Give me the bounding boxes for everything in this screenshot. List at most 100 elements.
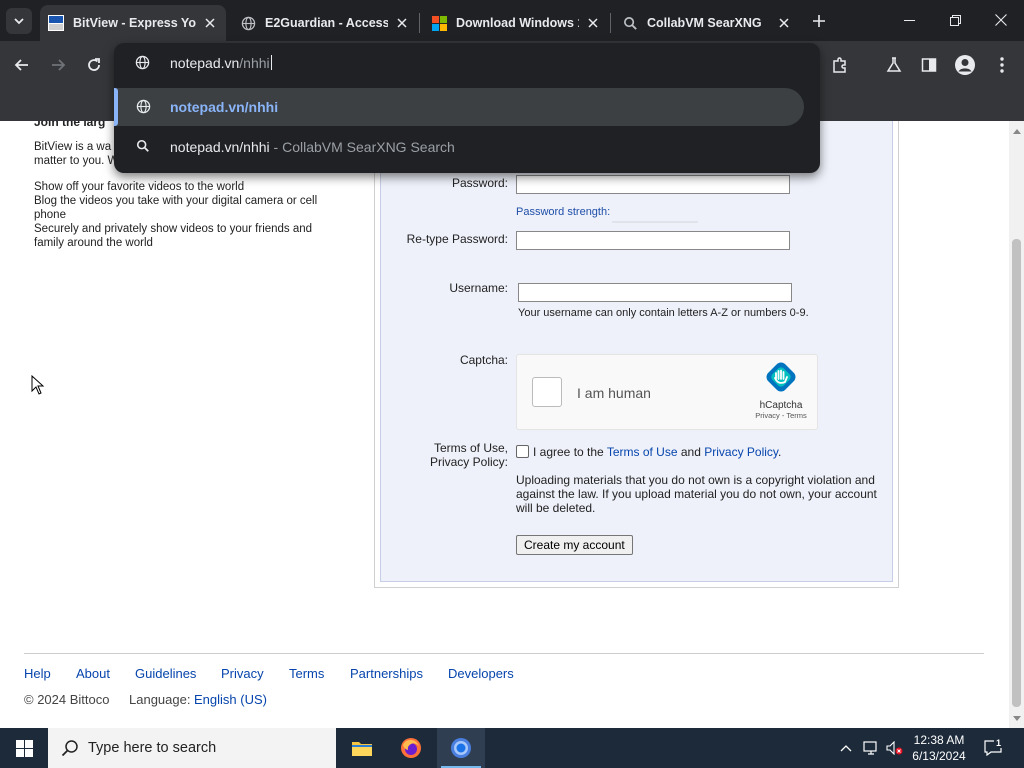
folder-icon bbox=[352, 742, 372, 756]
tab-e2guardian[interactable]: E2Guardian - Access Denied bbox=[232, 5, 418, 41]
taskbar-file-explorer[interactable] bbox=[338, 728, 386, 768]
suggestion-engine: - CollabVM SearXNG Search bbox=[269, 139, 455, 155]
agree-and: and bbox=[677, 445, 705, 459]
taskbar-clock[interactable]: 12:38 AM 6/13/2024 bbox=[900, 732, 978, 764]
hcaptcha-widget: I am human hCaptcha Privacy - Terms bbox=[516, 354, 818, 430]
password-field[interactable] bbox=[516, 175, 790, 194]
copyright-warning: Uploading materials that you do not own … bbox=[516, 473, 877, 515]
footer-link-privacy[interactable]: Privacy bbox=[221, 666, 264, 681]
username-field[interactable] bbox=[518, 283, 792, 302]
search-icon bbox=[61, 740, 78, 757]
intro-heading: Join the larg bbox=[34, 121, 106, 129]
side-panel-button[interactable] bbox=[915, 51, 943, 79]
scroll-down-icon[interactable] bbox=[1012, 714, 1021, 723]
suggestion-url: notepad.vn/nhhi bbox=[170, 99, 279, 115]
feature-item: Blog the videos you take with your digit… bbox=[34, 195, 318, 221]
terms-label-line: Terms of Use, bbox=[433, 441, 508, 455]
captcha-checkbox[interactable] bbox=[532, 377, 562, 407]
omnibox-dropdown: notepad.vn/nhhi notepad.vn/nhhi notepad.… bbox=[114, 43, 820, 173]
footer-link-guidelines[interactable]: Guidelines bbox=[135, 666, 196, 681]
terms-of-use-link[interactable]: Terms of Use bbox=[607, 445, 678, 459]
clock-date: 6/13/2024 bbox=[912, 749, 966, 763]
tab-bitview[interactable]: BitView - Express Yourself bbox=[40, 5, 226, 41]
footer-divider bbox=[24, 653, 984, 654]
feature-item: Securely and privately show videos to yo… bbox=[34, 223, 313, 249]
close-icon[interactable] bbox=[585, 15, 601, 31]
tab-strip: BitView - Express Yourself E2Guardian - … bbox=[0, 0, 1024, 41]
omnibox-suggestion[interactable]: notepad.vn/nhhi - CollabVM SearXNG Searc… bbox=[114, 128, 804, 166]
terms-label-line: Privacy Policy: bbox=[429, 455, 508, 469]
text-caret bbox=[270, 55, 272, 70]
agree-terms-text: I agree to the Terms of Use and Privacy … bbox=[533, 445, 781, 459]
close-icon[interactable] bbox=[776, 15, 792, 31]
page-scrollbar[interactable] bbox=[1009, 121, 1024, 728]
mouse-cursor-icon bbox=[31, 375, 45, 395]
minimize-icon bbox=[903, 19, 915, 21]
footer-link-terms[interactable]: Terms bbox=[289, 666, 324, 681]
terms-label: Terms of Use, Privacy Policy: bbox=[380, 441, 508, 469]
arrow-left-icon bbox=[14, 59, 28, 71]
minimize-button[interactable] bbox=[886, 0, 932, 40]
back-button[interactable] bbox=[8, 51, 36, 79]
globe-icon bbox=[136, 99, 151, 114]
menu-button[interactable] bbox=[988, 51, 1016, 79]
reload-button[interactable] bbox=[80, 51, 108, 79]
taskbar-firefox[interactable] bbox=[387, 728, 435, 768]
tab-search-button[interactable] bbox=[6, 8, 32, 34]
address-host: notepad.vn bbox=[170, 55, 240, 71]
side-panel-icon bbox=[921, 58, 937, 72]
scroll-thumb[interactable] bbox=[1012, 239, 1021, 707]
tab-title: E2Guardian - Access Denied bbox=[265, 16, 388, 30]
language-selector-link[interactable]: English (US) bbox=[194, 692, 267, 707]
new-tab-button[interactable] bbox=[808, 10, 830, 32]
labs-button[interactable] bbox=[880, 51, 908, 79]
tab-title: CollabVM SearXNG bbox=[647, 16, 762, 30]
privacy-policy-link[interactable]: Privacy Policy bbox=[704, 445, 778, 459]
puzzle-icon bbox=[833, 57, 846, 73]
flask-icon bbox=[886, 57, 902, 72]
captcha-brand-name: hCaptcha bbox=[759, 400, 803, 411]
password-strength-meter bbox=[612, 221, 698, 223]
address-bar[interactable]: notepad.vn/nhhi bbox=[114, 43, 820, 83]
page-content: Join the larg BitView is a wa matter to … bbox=[0, 121, 1009, 728]
retype-password-field[interactable] bbox=[516, 231, 790, 250]
username-hint: Your username can only contain letters A… bbox=[518, 307, 809, 319]
extensions-button[interactable] bbox=[826, 51, 854, 79]
taskbar-search-box[interactable]: Type here to search bbox=[48, 728, 336, 768]
footer-link-developers[interactable]: Developers bbox=[448, 666, 514, 681]
profile-button[interactable] bbox=[951, 51, 979, 79]
footer-link-about[interactable]: About bbox=[76, 666, 110, 681]
restore-button[interactable] bbox=[932, 0, 978, 40]
clock-time: 12:38 AM bbox=[913, 733, 965, 747]
taskbar-search-placeholder: Type here to search bbox=[88, 740, 217, 756]
agree-terms-checkbox[interactable] bbox=[516, 445, 529, 458]
hcaptcha-branding: hCaptcha Privacy - Terms bbox=[753, 361, 809, 420]
tray-overflow-button[interactable] bbox=[836, 728, 856, 768]
network-icon bbox=[863, 741, 877, 755]
close-window-button[interactable] bbox=[978, 0, 1024, 40]
notification-center-button[interactable]: 1 bbox=[980, 728, 1006, 768]
footer-link-partnerships[interactable]: Partnerships bbox=[350, 666, 423, 681]
forward-button[interactable] bbox=[44, 51, 72, 79]
footer-link-help[interactable]: Help bbox=[24, 666, 51, 681]
arrow-right-icon bbox=[52, 59, 66, 71]
tray-network-button[interactable] bbox=[860, 728, 882, 768]
password-label: Password: bbox=[451, 176, 508, 190]
bitview-favicon-icon bbox=[48, 15, 64, 31]
scroll-up-icon[interactable] bbox=[1012, 126, 1021, 135]
close-icon[interactable] bbox=[202, 15, 218, 31]
create-account-button[interactable]: Create my account bbox=[516, 535, 633, 555]
search-icon bbox=[136, 139, 149, 152]
start-button[interactable] bbox=[0, 728, 48, 768]
taskbar-chrome[interactable] bbox=[437, 728, 485, 768]
close-icon[interactable] bbox=[394, 15, 410, 31]
omnibox-suggestion[interactable]: notepad.vn/nhhi bbox=[114, 88, 804, 126]
firefox-icon bbox=[401, 738, 421, 758]
tab-download-windows[interactable]: Download Windows 10 bbox=[423, 5, 609, 41]
tab-collabvm-searxng[interactable]: CollabVM SearXNG bbox=[614, 5, 800, 41]
captcha-privacy-terms-link[interactable]: Privacy - Terms bbox=[753, 411, 809, 420]
agree-prefix: I agree to the bbox=[533, 445, 607, 459]
reload-icon bbox=[88, 58, 100, 71]
windows-taskbar: Type here to search 12:38 AM 6/13/2024 1 bbox=[0, 728, 1024, 768]
suggestion-query: notepad.vn/nhhi bbox=[170, 139, 270, 155]
